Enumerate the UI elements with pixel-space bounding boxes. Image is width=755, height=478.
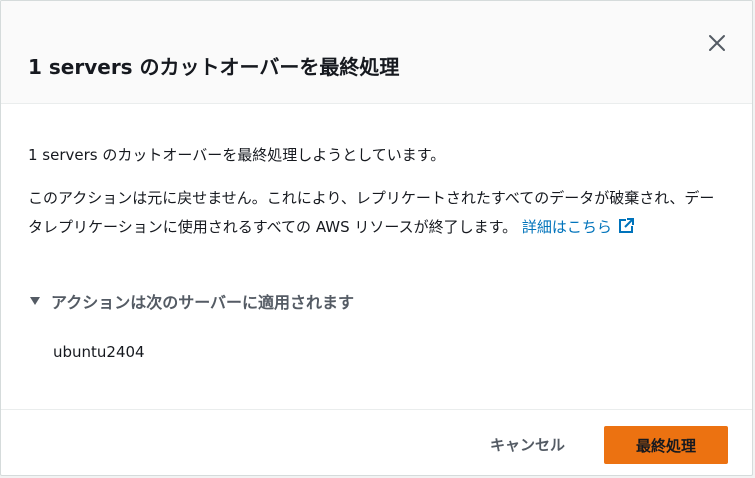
modal-header: 1 servers のカットオーバーを最終処理: [1, 1, 752, 104]
learn-more-label: 詳細はこちら: [521, 218, 612, 236]
modal-title: 1 servers のカットオーバーを最終処理: [28, 55, 400, 79]
learn-more-link[interactable]: 詳細はこちら: [522, 218, 634, 236]
caret-down-icon: [30, 297, 40, 305]
affected-servers-toggle[interactable]: アクションは次のサーバーに適用されます: [28, 289, 354, 313]
close-button[interactable]: [701, 27, 733, 59]
modal-footer: キャンセル 最終処理: [1, 409, 752, 475]
external-link-icon: [618, 215, 634, 244]
warning-text: このアクションは元に戻せません。これにより、レプリケートされたすべてのデータが破…: [28, 184, 728, 244]
finalize-cutover-modal: 1 servers のカットオーバーを最終処理 1 servers のカットオー…: [0, 0, 753, 476]
finalize-button[interactable]: 最終処理: [604, 426, 728, 464]
confirmation-text: 1 servers のカットオーバーを最終処理しようとしています。: [28, 146, 446, 164]
cancel-button[interactable]: キャンセル: [474, 426, 581, 462]
affected-servers-header: アクションは次のサーバーに適用されます: [51, 293, 355, 312]
server-list-item: ubuntu2404: [53, 343, 145, 361]
close-icon: [709, 35, 725, 51]
